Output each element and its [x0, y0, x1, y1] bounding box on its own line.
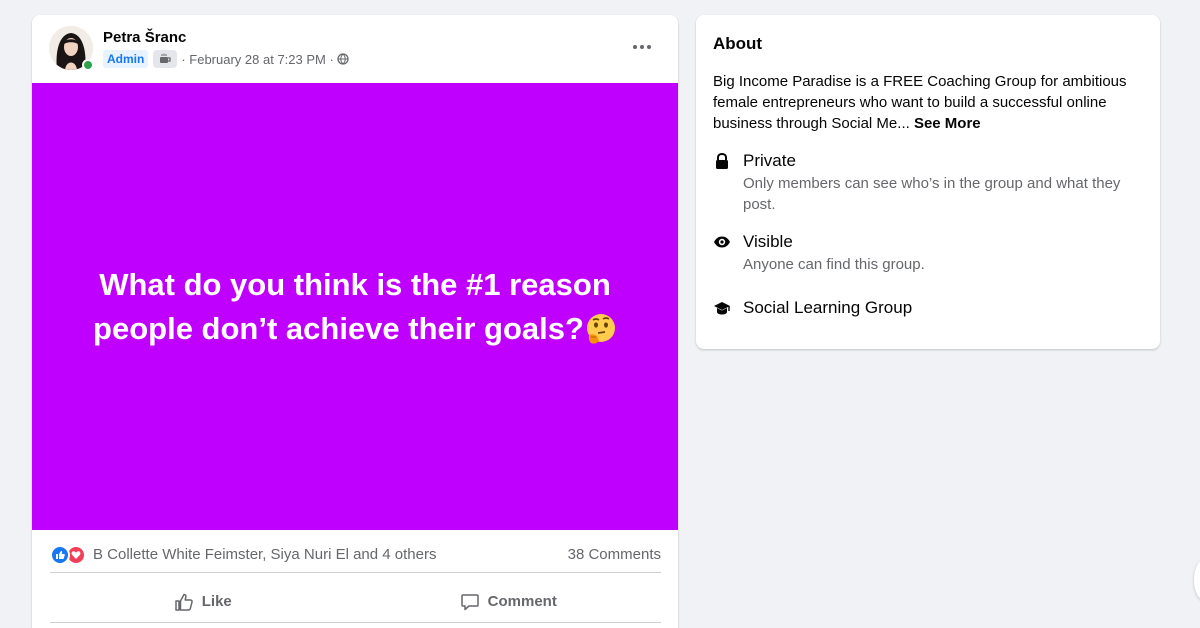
post-meta: Admin · February 28 at 7:23 PM ·: [103, 50, 349, 68]
like-button[interactable]: Like: [50, 581, 356, 622]
see-more-link[interactable]: See More: [914, 115, 981, 132]
post-timestamp[interactable]: · February 28 at 7:23 PM ·: [181, 52, 333, 67]
post-more-button[interactable]: [624, 33, 660, 61]
comment-button[interactable]: Comment: [356, 581, 662, 622]
like-label: Like: [201, 593, 232, 610]
coffee-badge-icon[interactable]: [153, 50, 178, 68]
comments-count[interactable]: 38 Comments: [568, 546, 661, 563]
reactions-left[interactable]: B Collette White Feimster, Siya Nuri El …: [50, 544, 436, 565]
like-reaction-icon: [50, 544, 70, 565]
post-actions: Like Comment: [50, 581, 661, 623]
about-card: About Big Income Paradise is a FREE Coac…: [696, 15, 1160, 349]
like-icon: [174, 593, 193, 611]
about-description: Big Income Paradise is a FREE Coaching G…: [713, 71, 1143, 134]
visible-title: Visible: [743, 232, 793, 251]
online-status-dot: [82, 59, 94, 71]
learning-group-title: Social Learning Group: [743, 298, 913, 317]
more-horizontal-icon: [633, 45, 651, 49]
scroll-edge-button[interactable]: [1194, 560, 1200, 600]
reactions-text[interactable]: B Collette White Feimster, Siya Nuri El …: [93, 546, 436, 563]
lock-icon: [716, 152, 728, 169]
reactions-summary: B Collette White Feimster, Siya Nuri El …: [50, 537, 661, 573]
thinking-face-icon: [586, 313, 615, 344]
visible-description: Anyone can find this group.: [743, 256, 925, 273]
graduation-cap-icon: [714, 302, 730, 315]
reaction-icons: [50, 544, 86, 565]
globe-icon: [337, 53, 349, 65]
post-text-image[interactable]: What do you think is the #1 reason peopl…: [32, 83, 678, 530]
private-description: Only members can see who’s in the group …: [743, 175, 1121, 213]
post-header: Petra Šranc Admin · February 28 at 7:23 …: [32, 15, 678, 83]
admin-badge: Admin: [103, 50, 149, 68]
post-image-text: What do you think is the #1 reason peopl…: [55, 263, 655, 351]
comment-label: Comment: [487, 593, 557, 610]
post-image-line-1: What do you think is the #1 reason: [99, 266, 611, 302]
post-card: Petra Šranc Admin · February 28 at 7:23 …: [32, 15, 678, 628]
eye-icon: [714, 236, 730, 248]
author-name[interactable]: Petra Šranc: [103, 28, 186, 48]
comment-icon: [460, 593, 479, 610]
post-image-line-2: people don’t achieve their goals?: [93, 310, 584, 346]
private-title: Private: [743, 151, 796, 170]
about-title: About: [713, 34, 763, 53]
